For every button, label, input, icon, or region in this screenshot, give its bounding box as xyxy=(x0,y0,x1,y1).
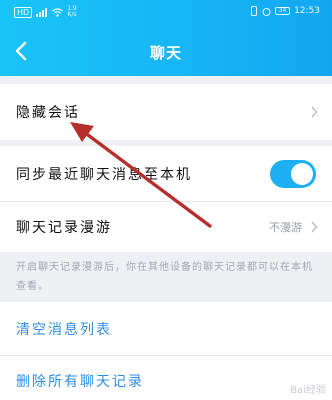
chevron-right-icon xyxy=(311,106,318,118)
sync-messages-toggle[interactable] xyxy=(270,160,316,188)
vibrate-icon xyxy=(251,6,258,16)
status-bar: HD 1.9 K/s 34 12:53 xyxy=(0,0,332,26)
delete-all-history-button[interactable]: 删除所有聊天记录 xyxy=(16,371,144,391)
delete-all-history-row[interactable]: 删除所有聊天记录 xyxy=(0,356,332,400)
battery-indicator: 34 xyxy=(275,7,291,15)
alarm-icon xyxy=(262,7,271,16)
clock: 12:53 xyxy=(294,6,320,16)
network-speed: 1.9 K/s xyxy=(67,5,77,18)
wifi-icon xyxy=(52,7,64,17)
chevron-right-icon xyxy=(311,221,318,233)
watermark: Bai经验 xyxy=(290,385,326,396)
toggle-knob xyxy=(291,163,313,185)
clear-message-list-row[interactable]: 清空消息列表 xyxy=(0,302,332,356)
signal-icon xyxy=(36,7,48,17)
header-bar: HD 1.9 K/s 34 12:53 聊天 xyxy=(0,0,332,76)
chat-roaming-label: 聊天记录漫游 xyxy=(16,220,112,236)
hidden-chats-row[interactable]: 隐藏会话 xyxy=(0,84,332,140)
roaming-hint: 开启聊天记录漫游后，你在其他设备的聊天记录都可以在本机查看。 xyxy=(16,262,313,292)
chat-roaming-row[interactable]: 聊天记录漫游 不漫游 xyxy=(0,202,332,252)
section-sync: 同步最近聊天消息至本机 聊天记录漫游 不漫游 xyxy=(0,146,332,252)
clear-message-list-button[interactable]: 清空消息列表 xyxy=(16,319,112,339)
hidden-chats-label: 隐藏会话 xyxy=(16,105,80,121)
section-hidden-chats: 隐藏会话 xyxy=(0,84,332,140)
section-actions: 清空消息列表 删除所有聊天记录 xyxy=(0,302,332,400)
sync-messages-row: 同步最近聊天消息至本机 xyxy=(0,146,332,202)
page-title: 聊天 xyxy=(149,44,182,62)
sim-badge: HD xyxy=(14,6,33,18)
sync-messages-label: 同步最近聊天消息至本机 xyxy=(16,166,192,183)
chat-roaming-value: 不漫游 xyxy=(269,221,302,234)
